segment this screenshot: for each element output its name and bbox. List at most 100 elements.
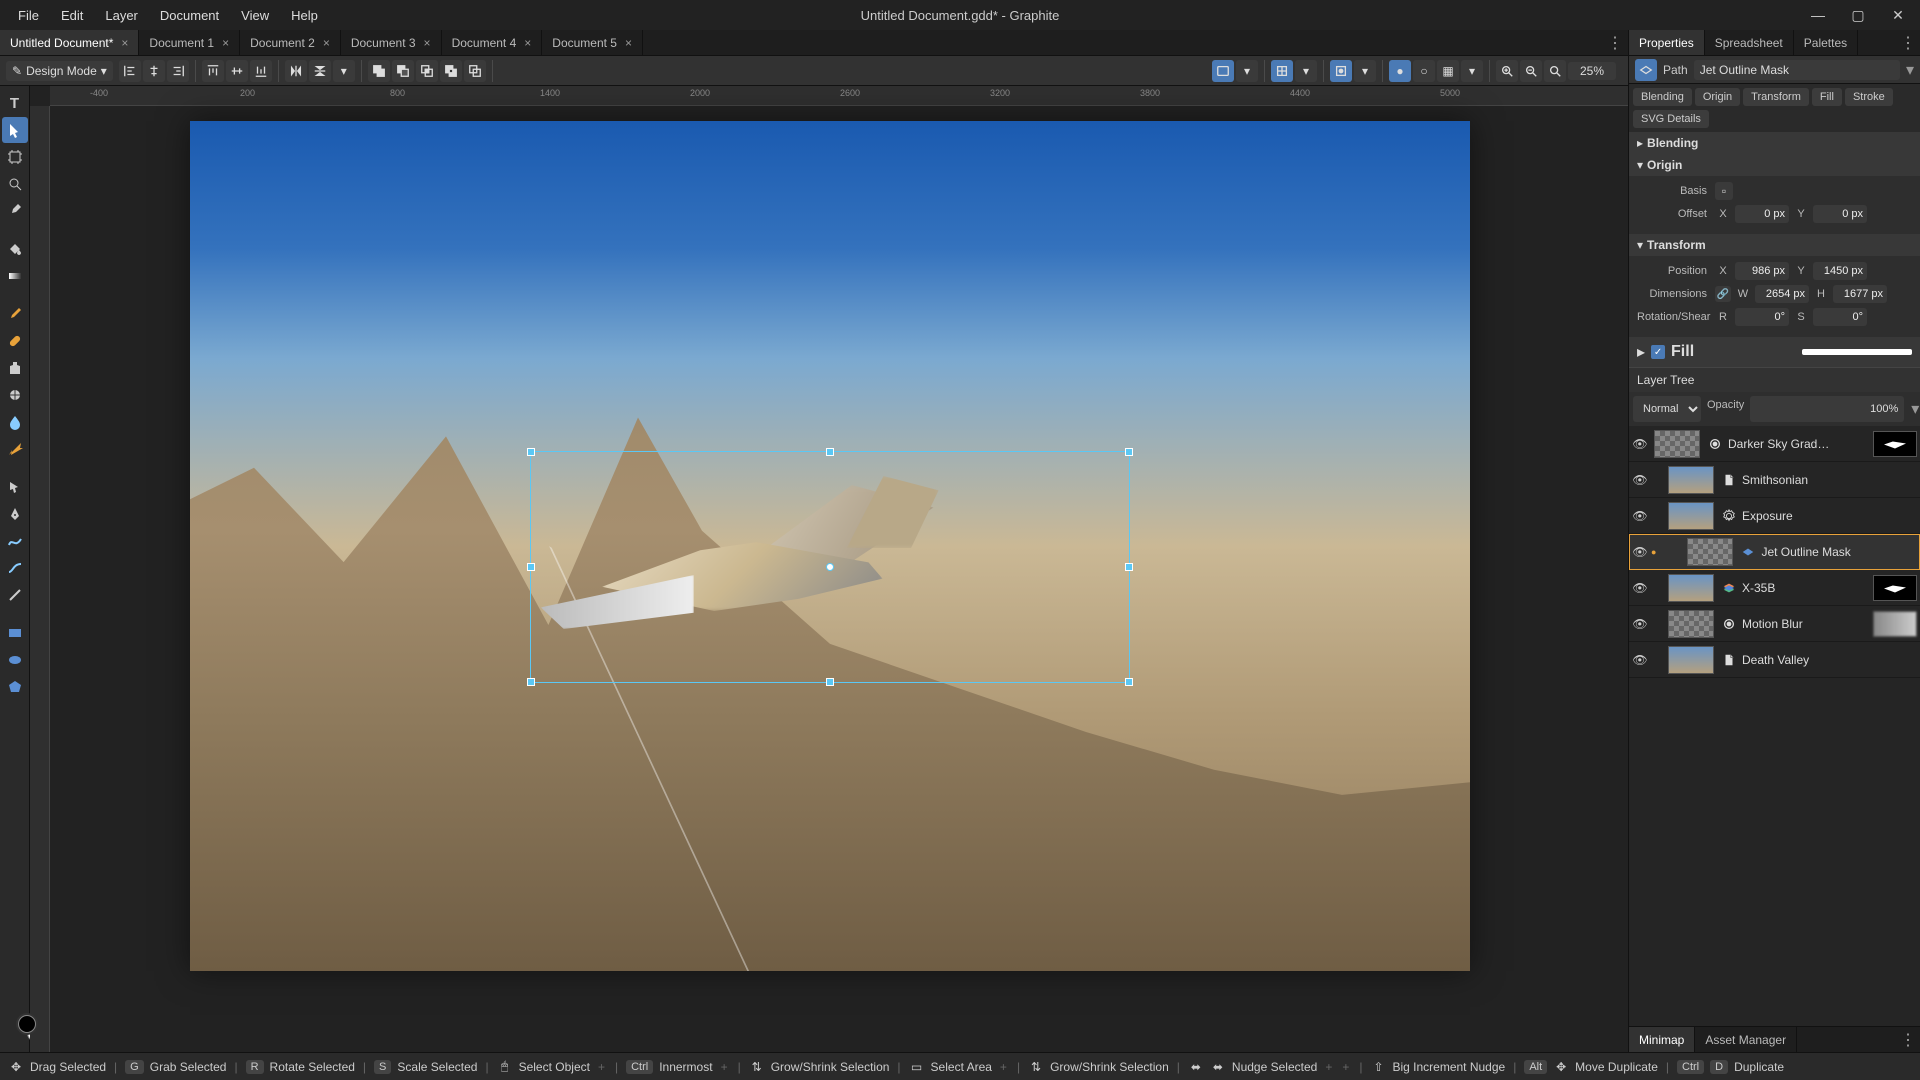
zoom-in-button[interactable] — [1496, 60, 1518, 82]
layer-row[interactable]: 👁 Exposure — [1629, 498, 1920, 534]
bool-union-button[interactable] — [368, 60, 390, 82]
resize-handle-w[interactable] — [527, 563, 535, 571]
minimize-button[interactable]: — — [1804, 5, 1832, 25]
width-input[interactable] — [1755, 285, 1809, 303]
layer-mask-thumb[interactable] — [1873, 431, 1917, 457]
section-origin[interactable]: ▾Origin — [1629, 154, 1920, 176]
navigate-tool[interactable] — [2, 171, 28, 197]
bool-difference-button[interactable] — [440, 60, 462, 82]
close-button[interactable]: ✕ — [1884, 5, 1912, 25]
close-icon[interactable]: × — [323, 36, 330, 50]
canvas-viewport[interactable] — [50, 106, 1628, 1052]
path-tool[interactable] — [2, 474, 28, 500]
clone-tool[interactable] — [2, 355, 28, 381]
height-input[interactable] — [1833, 285, 1887, 303]
menu-edit[interactable]: Edit — [51, 4, 93, 27]
opacity-input[interactable] — [1750, 396, 1904, 422]
brush-tool[interactable] — [2, 301, 28, 327]
document-tab[interactable]: Document 5× — [542, 30, 643, 55]
line-tool[interactable] — [2, 582, 28, 608]
relight-tool[interactable] — [2, 436, 28, 462]
chip-fill[interactable]: Fill — [1812, 88, 1842, 106]
chip-svg-details[interactable]: SVG Details — [1633, 110, 1709, 128]
close-icon[interactable]: × — [524, 36, 531, 50]
document-image[interactable] — [190, 121, 1470, 971]
blur-tool[interactable] — [2, 409, 28, 435]
snap-menu[interactable]: ▾ — [1295, 60, 1317, 82]
align-left-button[interactable] — [119, 60, 141, 82]
resize-handle-s[interactable] — [826, 678, 834, 686]
path-field[interactable] — [1694, 60, 1900, 80]
document-tab[interactable]: Document 1× — [139, 30, 240, 55]
canvas-area[interactable]: -400 200 800 1400 2000 2600 3200 3800 44… — [30, 86, 1628, 1052]
flip-v-button[interactable] — [309, 60, 331, 82]
menu-view[interactable]: View — [231, 4, 279, 27]
document-tab[interactable]: Document 3× — [341, 30, 442, 55]
chevron-down-icon[interactable]: ▾ — [1906, 60, 1914, 80]
layer-row[interactable]: 👁 Smithsonian — [1629, 462, 1920, 498]
layer-row[interactable]: 👁 Darker Sky Grad… — [1629, 426, 1920, 462]
snap-button[interactable] — [1271, 60, 1293, 82]
resize-handle-e[interactable] — [1125, 563, 1133, 571]
fill-tool[interactable] — [2, 236, 28, 262]
chip-transform[interactable]: Transform — [1743, 88, 1809, 106]
design-mode-select[interactable]: ✎ Design Mode ▾ — [6, 61, 113, 81]
visibility-icon[interactable]: 👁 — [1629, 509, 1651, 523]
layer-row[interactable]: 👁 X-35B — [1629, 570, 1920, 606]
align-right-button[interactable] — [167, 60, 189, 82]
freehand-tool[interactable] — [2, 528, 28, 554]
tab-asset-manager[interactable]: Asset Manager — [1695, 1027, 1797, 1052]
rectangle-tool[interactable] — [2, 620, 28, 646]
document-tab[interactable]: Document 2× — [240, 30, 341, 55]
layer-row[interactable]: 👁 Motion Blur — [1629, 606, 1920, 642]
close-icon[interactable]: × — [625, 36, 632, 50]
viewmode-outline-button[interactable]: ○ — [1413, 60, 1435, 82]
primary-color-swatch[interactable] — [18, 1015, 36, 1033]
visibility-icon[interactable]: 👁 — [1629, 437, 1651, 451]
align-bottom-button[interactable] — [250, 60, 272, 82]
rotation-input[interactable] — [1735, 308, 1789, 326]
link-icon[interactable]: 🔗 — [1715, 286, 1731, 302]
align-top-button[interactable] — [202, 60, 224, 82]
resize-handle-nw[interactable] — [527, 448, 535, 456]
bool-subtract-button[interactable] — [392, 60, 414, 82]
eyedropper-tool[interactable] — [2, 198, 28, 224]
patch-tool[interactable] — [2, 382, 28, 408]
visibility-icon[interactable]: 👁 — [1629, 581, 1651, 595]
menu-document[interactable]: Document — [150, 4, 229, 27]
overlays-menu[interactable]: ▾ — [1236, 60, 1258, 82]
section-fill[interactable]: ▸ ✓ Fill — [1629, 337, 1920, 367]
layer-row[interactable]: 👁 Death Valley — [1629, 642, 1920, 678]
select-tool[interactable] — [2, 117, 28, 143]
shear-input[interactable] — [1813, 308, 1867, 326]
artboard-tool[interactable] — [2, 144, 28, 170]
grid-menu[interactable]: ▾ — [1354, 60, 1376, 82]
tab-palettes[interactable]: Palettes — [1794, 30, 1858, 55]
tab-minimap[interactable]: Minimap — [1629, 1027, 1695, 1052]
basis-picker[interactable]: ▫ — [1715, 182, 1733, 200]
overlays-button[interactable] — [1212, 60, 1234, 82]
blend-mode-select[interactable]: Normal — [1633, 396, 1701, 422]
chip-origin[interactable]: Origin — [1695, 88, 1740, 106]
zoom-out-button[interactable] — [1520, 60, 1542, 82]
close-icon[interactable]: × — [424, 36, 431, 50]
ellipse-tool[interactable] — [2, 647, 28, 673]
pen-tool[interactable] — [2, 501, 28, 527]
layer-mask-thumb[interactable] — [1873, 575, 1917, 601]
polygon-tool[interactable] — [2, 674, 28, 700]
position-x-input[interactable] — [1735, 262, 1789, 280]
flip-h-button[interactable] — [285, 60, 307, 82]
zoom-reset-button[interactable] — [1544, 60, 1566, 82]
resize-handle-se[interactable] — [1125, 678, 1133, 686]
selection-box[interactable] — [530, 451, 1130, 683]
viewmode-pixel-button[interactable]: ▦ — [1437, 60, 1459, 82]
offset-y-input[interactable] — [1813, 205, 1867, 223]
menu-layer[interactable]: Layer — [95, 4, 148, 27]
visibility-icon[interactable]: 👁 — [1629, 653, 1651, 667]
bottom-panel-menu-icon[interactable]: ⋮ — [1896, 1027, 1920, 1052]
bool-divide-button[interactable] — [464, 60, 486, 82]
tab-spreadsheet[interactable]: Spreadsheet — [1705, 30, 1794, 55]
maximize-button[interactable]: ▢ — [1844, 5, 1872, 25]
fill-checkbox[interactable]: ✓ — [1651, 345, 1665, 359]
section-transform[interactable]: ▾Transform — [1629, 234, 1920, 256]
